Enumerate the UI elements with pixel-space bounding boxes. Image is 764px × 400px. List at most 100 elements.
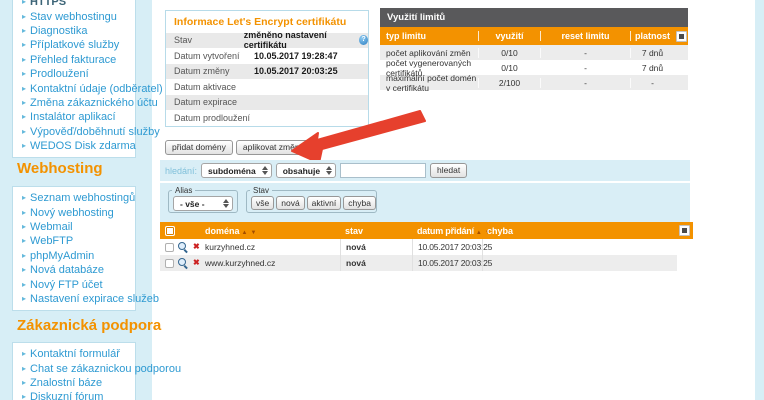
info-row-zmeny: Datum změny 10.05.2017 20:03:25 xyxy=(166,64,368,80)
sidebar-item-diskuzni-forum[interactable]: ▸ Diskuzní fórum xyxy=(22,390,135,400)
status-filter-error-button[interactable]: chyba xyxy=(343,196,376,210)
chevron-right-icon: ▸ xyxy=(22,392,27,400)
sort-asc-icon[interactable]: ▲ xyxy=(242,230,249,236)
select-arrows-icon xyxy=(261,166,268,175)
sidebar-item-nastaveni-expirace[interactable]: ▸ Nastavení expirace služeb xyxy=(22,292,159,306)
status-filter-group: Stav vše nová aktivní chyba xyxy=(246,186,377,213)
info-row-stav: Stav změněno nastavení certifikátu? xyxy=(166,30,368,51)
sidebar-item-prehled-fakturace[interactable]: ▸ Přehled fakturace xyxy=(22,53,135,67)
limits-usage-table: Využití limitů typ limitu využití reset … xyxy=(380,8,688,93)
sidebar-item-stav-webhostingu[interactable]: ▸ Stav webhostingu xyxy=(22,9,135,23)
added-date-cell: 10.05.2017 20:03:25 xyxy=(412,239,492,255)
help-icon[interactable]: ? xyxy=(359,35,368,46)
row-checkbox[interactable] xyxy=(165,242,174,252)
status-cell: nová xyxy=(340,255,412,271)
chevron-right-icon: ▸ xyxy=(22,293,27,303)
info-row-expirace: Datum expirace xyxy=(166,95,368,111)
sidebar-item-kontaktni-formular[interactable]: ▸ Kontaktní formulář xyxy=(22,347,135,361)
chevron-right-icon: ▸ xyxy=(22,83,27,93)
alias-filter-select[interactable]: - vše - xyxy=(173,196,233,211)
chevron-right-icon: ▸ xyxy=(22,265,27,275)
certificate-info-box: Informace Let's Encrypt certifikátu Stav… xyxy=(165,10,369,127)
sidebar-heading-webhosting: Webhosting xyxy=(17,160,103,177)
certificate-status-value: změněno nastavení certifikátu xyxy=(243,30,327,51)
column-header-added[interactable]: datum přidání xyxy=(417,226,474,236)
chevron-right-icon: ▸ xyxy=(22,279,27,289)
sidebar-item-prodlouzeni[interactable]: ▸ Prodloužení xyxy=(22,67,135,81)
chevron-right-icon: ▸ xyxy=(22,221,27,231)
sidebar-section-https: ▸ HTTPS ▸ Stav webhostingu ▸ Diagnostika ▸ P… xyxy=(12,0,163,159)
row-checkbox[interactable] xyxy=(165,258,174,268)
info-row-aktivace: Datum aktivace xyxy=(166,80,368,95)
sidebar-item-webmail[interactable]: ▸ Webmail xyxy=(22,220,135,234)
chevron-right-icon: ▸ xyxy=(22,97,27,107)
search-input[interactable] xyxy=(340,163,427,178)
chevron-right-icon: ▸ xyxy=(22,112,27,122)
sidebar-item-priplatkove-sluzby[interactable]: ▸ Příplatkové služby xyxy=(22,38,135,52)
sidebar-item-https[interactable]: ▸ HTTPS xyxy=(22,0,135,9)
chevron-right-icon: ▸ xyxy=(22,69,27,79)
collapse-icon[interactable] xyxy=(679,225,690,236)
search-bar: hledání: subdoména obsahuje hledat xyxy=(160,160,690,181)
status-filter-new-button[interactable]: nová xyxy=(276,196,305,210)
sidebar-item-vypoved[interactable]: ▸ Výpověď/doběhnutí služby xyxy=(22,125,160,139)
sort-desc-icon[interactable]: ▼ xyxy=(250,230,257,236)
select-arrows-icon xyxy=(223,199,229,208)
chevron-right-icon: ▸ xyxy=(22,349,27,359)
table-row: ✖ kurzyhned.cz nová 10.05.2017 20:03:25 xyxy=(160,239,677,255)
sidebar-item-seznam-webhostingu[interactable]: ▸ Seznam webhostingů xyxy=(22,191,135,205)
info-row-prodlouzeni: Datum prodloužení xyxy=(166,111,368,126)
alias-filter-legend: Alias xyxy=(175,186,193,195)
sidebar-section-podpora: ▸ Kontaktní formulář ▸ Chat se zákaznickou… xyxy=(12,342,181,400)
sidebar-item-kontaktni-udaje[interactable]: ▸ Kontaktní údaje (odběratel) xyxy=(22,81,163,95)
chevron-right-icon: ▸ xyxy=(22,250,27,260)
limits-row: maximální počet domén v certifikátu 2/10… xyxy=(380,73,688,93)
added-date-cell: 10.05.2017 20:03:25 xyxy=(412,255,492,271)
status-filter-legend: Stav xyxy=(253,186,270,195)
chevron-right-icon: ▸ xyxy=(22,25,27,35)
magnifier-icon[interactable] xyxy=(178,241,189,253)
search-button[interactable]: hledat xyxy=(430,163,468,178)
sidebar-item-instalator-aplikaci[interactable]: ▸ Instalátor aplikací xyxy=(22,110,135,124)
sidebar-item-phpmyadmin[interactable]: ▸ phpMyAdmin xyxy=(22,249,135,263)
sidebar-section-webhosting: ▸ Seznam webhostingů ▸ Nový webhosting ▸ We… xyxy=(12,186,159,312)
collapse-icon[interactable] xyxy=(675,30,687,42)
sidebar-item-nova-databaze[interactable]: ▸ Nová databáze xyxy=(22,263,135,277)
chevron-right-icon: ▸ xyxy=(22,40,27,50)
domain-cell: kurzyhned.cz xyxy=(205,242,256,252)
status-cell: nová xyxy=(340,239,412,255)
chevron-right-icon: ▸ xyxy=(22,0,27,7)
chevron-right-icon: ▸ xyxy=(22,207,27,217)
chevron-right-icon: ▸ xyxy=(22,236,27,246)
sidebar-item-diagnostika[interactable]: ▸ Diagnostika xyxy=(22,24,135,38)
column-header-domain[interactable]: doména xyxy=(205,226,240,236)
add-domains-button[interactable]: přidat domény xyxy=(165,140,233,155)
search-label: hledání: xyxy=(165,165,198,176)
column-header-status[interactable]: stav xyxy=(340,226,412,236)
error-cell xyxy=(482,255,677,271)
search-field-select[interactable]: subdoména xyxy=(201,163,272,178)
select-all-checkbox[interactable] xyxy=(165,225,175,236)
search-operator-select[interactable]: obsahuje xyxy=(275,163,337,178)
changed-date-value: 10.05.2017 20:03:25 xyxy=(254,66,338,77)
status-filter-active-button[interactable]: aktivní xyxy=(306,196,342,210)
error-cell xyxy=(482,239,677,255)
table-row: ✖ www.kurzyhned.cz nová 10.05.2017 20:03… xyxy=(160,255,677,271)
delete-icon[interactable]: ✖ xyxy=(193,259,200,267)
apply-changes-button[interactable]: aplikovat změny xyxy=(235,140,311,155)
chevron-right-icon: ▸ xyxy=(22,363,27,373)
magnifier-icon[interactable] xyxy=(178,257,189,269)
status-filter-all-button[interactable]: vše xyxy=(251,196,275,210)
sidebar-item-novy-ftp-ucet[interactable]: ▸ Nový FTP účet xyxy=(22,277,135,291)
domains-table-header: doména ▲ ▼ stav datum přidání ▲ ▼ chyba xyxy=(160,222,693,239)
sidebar-item-znalostni-baze[interactable]: ▸ Znalostní báze xyxy=(22,376,135,390)
sidebar-item-wedos-disk[interactable]: ▸ WEDOS Disk zdarma xyxy=(22,139,136,153)
sidebar-item-zmena-uctu[interactable]: ▸ Změna zákaznického účtu xyxy=(22,96,158,110)
domain-cell: www.kurzyhned.cz xyxy=(205,258,276,268)
delete-icon[interactable]: ✖ xyxy=(193,243,200,251)
sidebar-heading-podpora: Zákaznická podpora xyxy=(17,317,162,334)
sidebar-item-webftp[interactable]: ▸ WebFTP xyxy=(22,234,135,248)
sidebar-item-novy-webhosting[interactable]: ▸ Nový webhosting xyxy=(22,205,135,219)
sidebar-item-chat-podpora[interactable]: ▸ Chat se zákaznickou podporou xyxy=(22,361,181,375)
column-header-error[interactable]: chyba xyxy=(482,226,583,236)
